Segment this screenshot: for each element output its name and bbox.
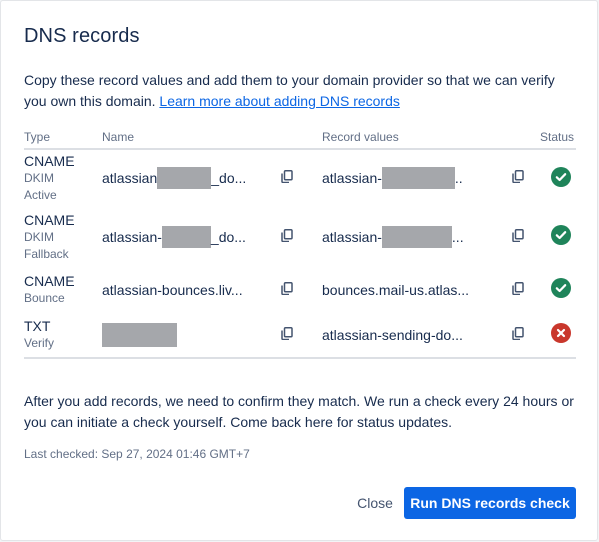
dialog-title: DNS records: [24, 25, 140, 47]
after-add-text: After you add records, we need to confir…: [24, 393, 574, 430]
copy-value-icon[interactable]: [512, 170, 524, 183]
value-text: atlassian-sending-do...: [322, 326, 463, 343]
check-circle-icon: [551, 225, 571, 245]
error-circle-icon: [551, 323, 571, 343]
header-name: Name: [102, 125, 268, 150]
redacted-block: [102, 322, 177, 347]
record-subtype: DKIM: [24, 229, 54, 244]
name-prefix: atlassian: [102, 170, 158, 186]
value-cell: bounces.mail-us.atlas...: [322, 267, 488, 312]
value-suffix: ..: [454, 170, 463, 186]
redacted-block: [381, 225, 452, 248]
name-prefix: atlassian-: [102, 228, 162, 245]
value-suffix: ...: [451, 228, 464, 245]
name-text: atlassian-bounces.liv...: [102, 281, 243, 298]
status-cell: [540, 267, 576, 312]
name-cell: atlassian-bounces.liv...: [102, 267, 268, 312]
run-dns-check-button[interactable]: Run DNS records check: [404, 487, 576, 519]
table-row: TXT Verify atlassian-sending-do...: [24, 312, 576, 359]
copy-name-icon[interactable]: [281, 326, 293, 340]
name-suffix: _do...: [210, 228, 246, 245]
name-cell: atlassian- _do...: [102, 206, 268, 267]
copy-name-icon[interactable]: [281, 228, 293, 242]
type-cell: CNAME DKIM Active: [24, 149, 102, 206]
record-type: CNAME: [24, 273, 75, 289]
table-row: CNAME Bounce atlassian-bounces.liv... bo…: [24, 267, 576, 312]
table-row: CNAME DKIM Fallback atlassian- _do... at…: [24, 206, 576, 267]
dns-records-dialog: DNS records Copy these record values and…: [0, 0, 598, 541]
name-cell: [102, 312, 268, 359]
table-header-row: Type Name Record values Status: [24, 125, 576, 150]
copy-name-icon[interactable]: [281, 281, 293, 295]
type-cell: CNAME Bounce: [24, 267, 102, 312]
redacted-block: [381, 167, 455, 189]
intro-text: Copy these record values and add them to…: [24, 70, 576, 112]
redacted-block: [157, 167, 212, 189]
value-text: bounces.mail-us.atlas...: [322, 281, 470, 298]
learn-more-link[interactable]: Learn more about adding DNS records: [159, 93, 399, 109]
status-cell: [540, 206, 576, 267]
check-circle-icon: [551, 278, 571, 298]
type-cell: TXT Verify: [24, 312, 102, 359]
record-subtype: Bounce: [24, 291, 65, 305]
copy-value-icon[interactable]: [512, 326, 524, 340]
copy-value-icon[interactable]: [512, 228, 524, 242]
value-cell: atlassian-sending-do...: [322, 312, 488, 359]
record-state: Fallback: [24, 246, 69, 261]
name-cell: atlassian _do...: [102, 149, 268, 206]
check-circle-icon: [551, 166, 571, 187]
copy-name-icon[interactable]: [281, 170, 293, 183]
record-subtype: Verify: [24, 336, 55, 350]
value-prefix: atlassian-: [322, 228, 382, 245]
copy-value-icon[interactable]: [512, 281, 524, 295]
value-cell: atlassian-..: [322, 149, 488, 206]
table-row: CNAME DKIM Active atlassian _do... atlas…: [24, 149, 576, 206]
name-suffix: _do...: [211, 170, 247, 186]
close-button[interactable]: Close: [347, 487, 403, 519]
header-type: Type: [24, 125, 102, 150]
value-cell: atlassian-...: [322, 206, 488, 267]
record-state: Active: [24, 188, 57, 202]
last-checked-timestamp: Last checked: Sep 27, 2024 01:46 GMT+7: [24, 447, 250, 461]
header-status: Status: [540, 125, 576, 150]
dns-records-table: Type Name Record values Status CNAME DKI…: [24, 125, 576, 359]
record-type: CNAME: [24, 211, 75, 228]
status-cell: [540, 149, 576, 206]
header-record-values: Record values: [322, 125, 488, 150]
value-prefix: atlassian-: [322, 170, 382, 186]
record-type: CNAME: [24, 153, 75, 169]
type-cell: CNAME DKIM Fallback: [24, 206, 102, 267]
status-cell: [540, 312, 576, 359]
record-subtype: DKIM: [24, 171, 54, 185]
record-type: TXT: [24, 318, 51, 334]
redacted-block: [161, 225, 211, 248]
